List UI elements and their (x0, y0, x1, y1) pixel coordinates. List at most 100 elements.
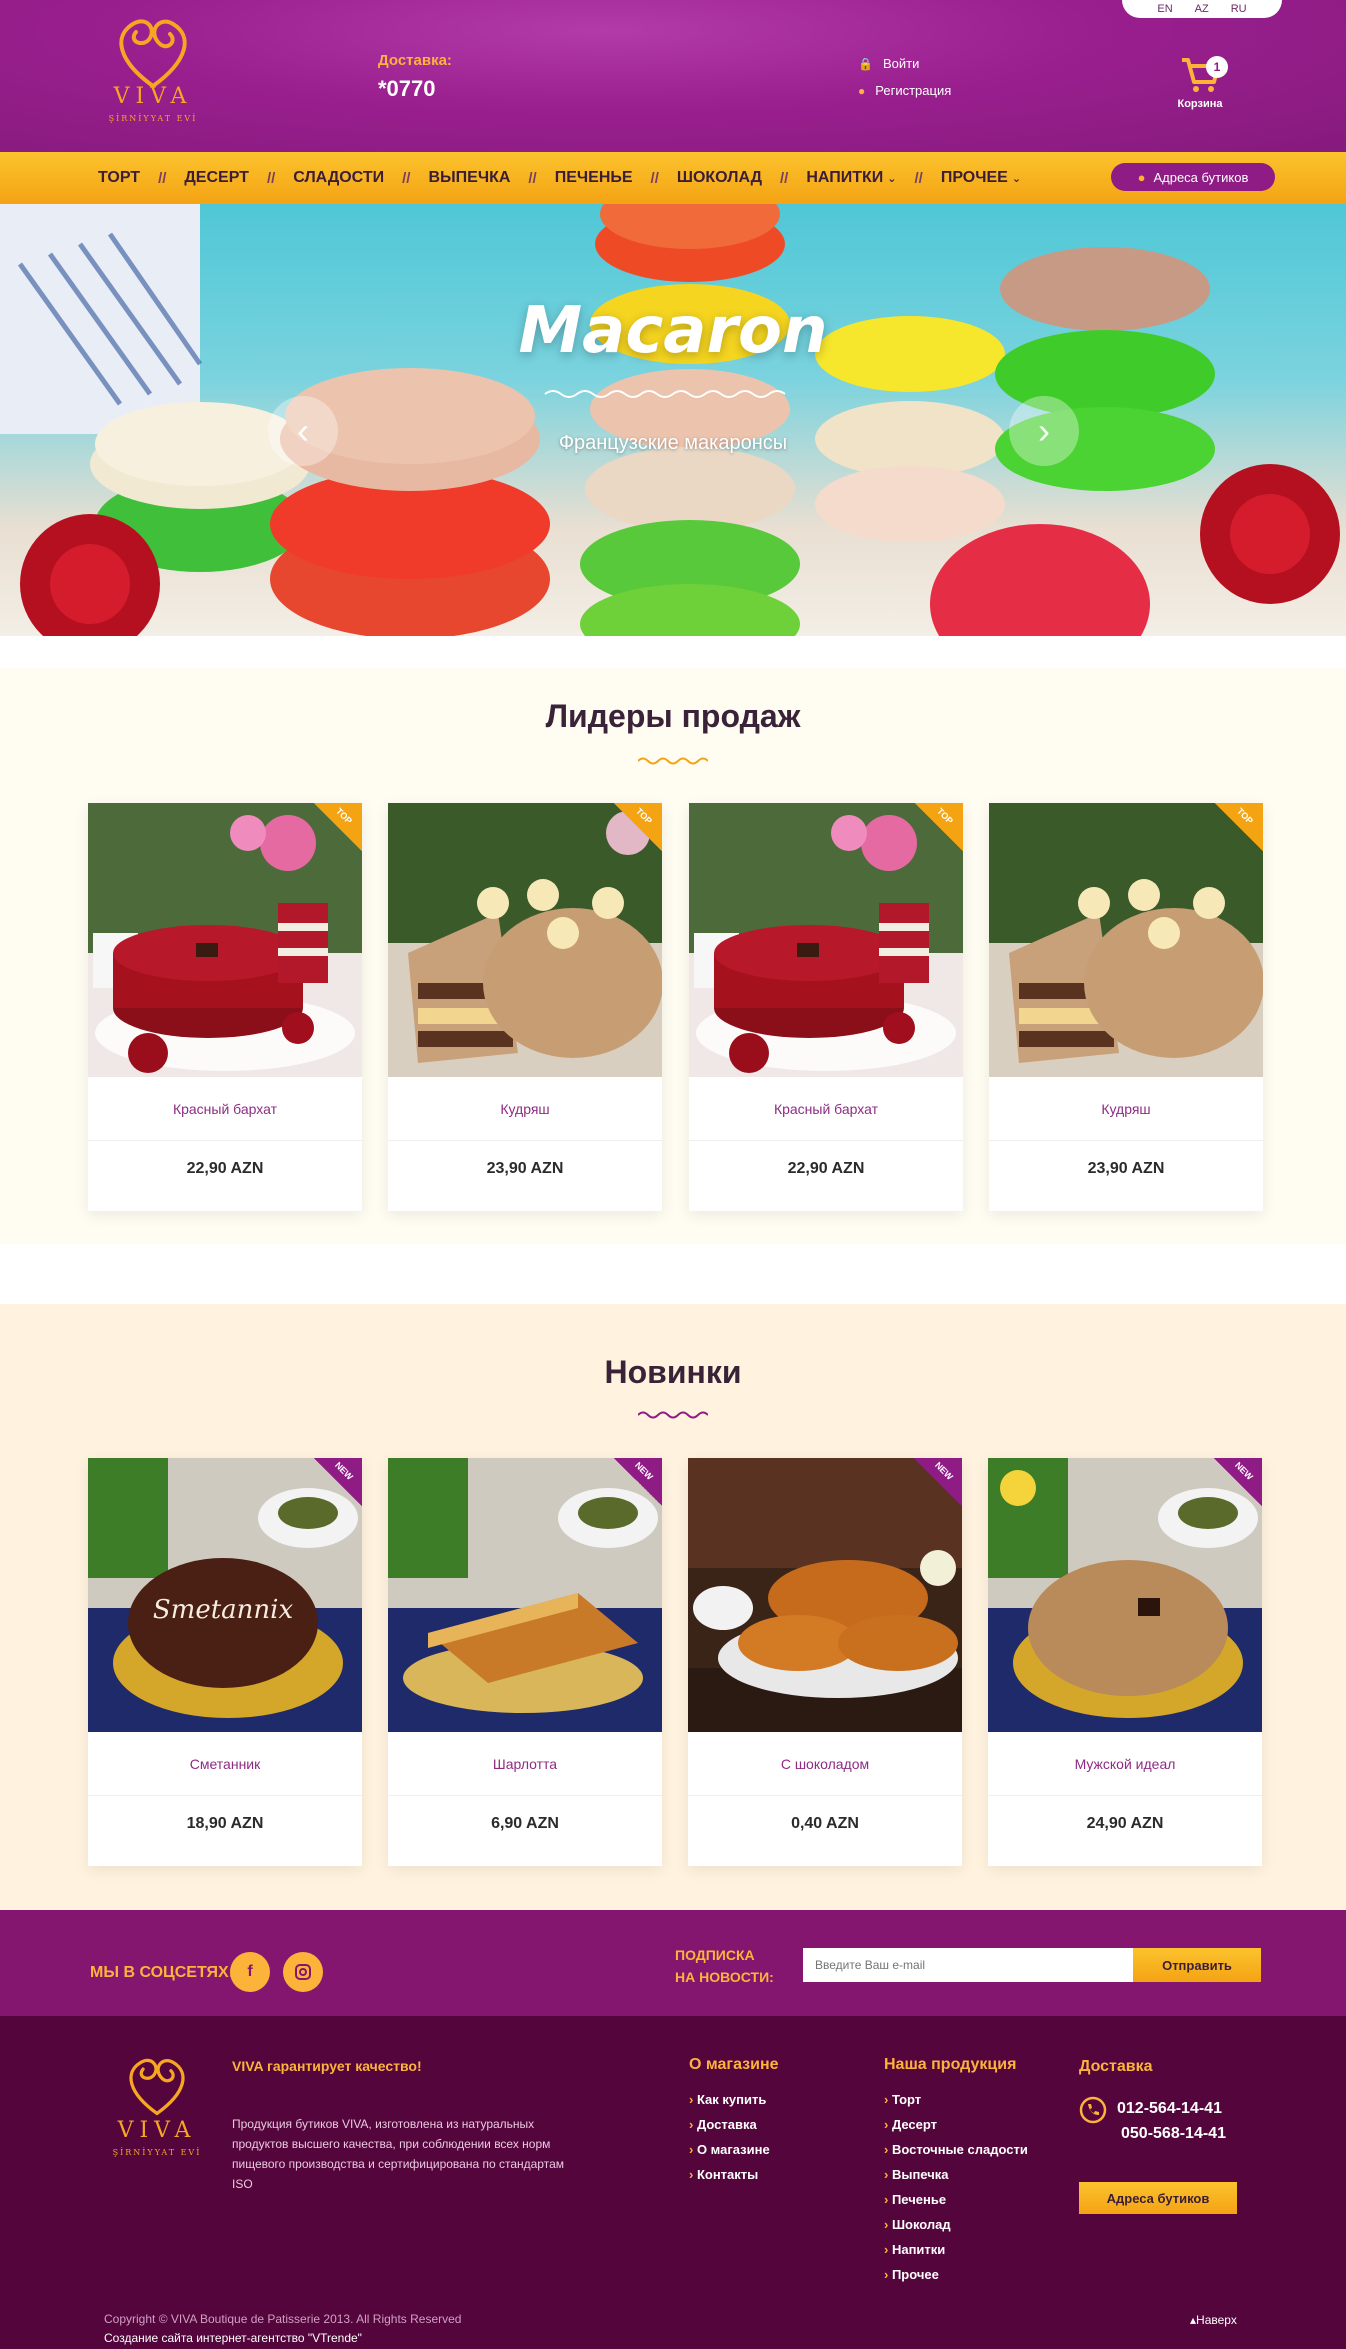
back-to-top-label: Наверх (1196, 2313, 1237, 2327)
lang-ru[interactable]: RU (1231, 3, 1247, 15)
product-card[interactable]: Smetannix NEW Сметанник 18,90 AZN (88, 1458, 362, 1866)
cart-count-badge: 1 (1206, 56, 1228, 78)
chevron-down-icon: ⌄ (887, 172, 897, 185)
nav-item-sweets[interactable]: СЛАДОСТИ (293, 169, 384, 187)
newsletter-label-line2: НА НОВОСТИ: (675, 1969, 774, 1985)
product-price: 18,90 AZN (186, 1815, 264, 1832)
logo-word: VIVA (113, 84, 193, 109)
nav-item-dessert[interactable]: ДЕСЕРТ (184, 169, 249, 187)
footer-boutique-button[interactable]: Адреса бутиков (1079, 2182, 1237, 2214)
product-card[interactable]: TOP Красный бархат 22,90 AZN (88, 803, 362, 1211)
top-badge: TOP (1215, 803, 1263, 851)
product-name[interactable]: Кудряш (388, 1077, 662, 1141)
novelties-title: Новинки (604, 1354, 742, 1390)
chevron-left-icon: ‹ (297, 410, 309, 451)
macarons-photo (0, 204, 1340, 636)
newsletter-label: ПОДПИСКА НА НОВОСТИ: (675, 1944, 774, 1988)
footer-link-delivery[interactable]: Доставка (689, 2112, 770, 2137)
product-name[interactable]: Красный бархат (689, 1077, 963, 1141)
nav-item-cookies[interactable]: ПЕЧЕНЬЕ (555, 169, 633, 187)
product-name[interactable]: Мужской идеал (988, 1732, 1262, 1796)
register-label: Регистрация (875, 83, 952, 98)
footer-link-pastry[interactable]: Выпечка (884, 2162, 1028, 2187)
nav-item-cake[interactable]: ТОРТ (98, 169, 140, 187)
quality-text: Продукция бутиков VIVA, изготовлена из н… (232, 2117, 565, 2191)
product-card[interactable]: NEW Шарлотта 6,90 AZN (388, 1458, 662, 1866)
new-badge: NEW (1214, 1458, 1262, 1506)
footer-link-contacts[interactable]: Контакты (689, 2162, 770, 2187)
delivery-title: Доставка (1079, 2058, 1153, 2075)
send-button[interactable]: Отправить (1133, 1948, 1261, 1982)
footer-link-other[interactable]: Прочее (884, 2262, 1028, 2287)
login-link[interactable]: 🔒 Войти (858, 56, 919, 71)
footer-link-drinks[interactable]: Напитки (884, 2237, 1028, 2262)
lang-en[interactable]: EN (1157, 3, 1172, 15)
lang-az[interactable]: AZ (1195, 3, 1209, 15)
email-input[interactable] (803, 1948, 1133, 1982)
footer-logo-subtitle: ŞİRNİYYAT EVİ (112, 2148, 202, 2157)
footer-link-how-to-buy[interactable]: Как купить (689, 2087, 770, 2112)
nav-item-other-label: ПРОЧЕЕ (940, 169, 1008, 186)
product-card[interactable]: TOP Кудряш 23,90 AZN (989, 803, 1263, 1211)
nav-separator: // (780, 169, 789, 187)
nav-separator: // (402, 169, 411, 187)
footer-link-eastern-sweets[interactable]: Восточные сладости (884, 2137, 1028, 2162)
product-card[interactable]: NEW С шоколадом 0,40 AZN (688, 1458, 962, 1866)
hero-slider: Macaron Французские макаронсы ‹ › (0, 204, 1346, 636)
nav-item-pastry[interactable]: ВЫПЕЧКА (428, 169, 510, 187)
slider-prev-button[interactable]: ‹ (268, 396, 338, 466)
phone-1[interactable]: 012-564-14-41 (1117, 2100, 1222, 2118)
footer-link-about[interactable]: О магазине (689, 2137, 770, 2162)
boutique-addresses-label: Адреса бутиков (1153, 169, 1249, 185)
agency-credit[interactable]: Создание сайта интернет-агентство "VTren… (104, 2331, 362, 2345)
product-card[interactable]: TOP Красный бархат 22,90 AZN (689, 803, 963, 1211)
heart-logo-icon (129, 2058, 185, 2116)
about-links: Как купить Доставка О магазине Контакты (689, 2087, 770, 2187)
newsletter-label-line1: ПОДПИСКА (675, 1947, 755, 1963)
nav-item-other[interactable]: ПРОЧЕЕ ⌄ (941, 169, 1021, 187)
bestsellers-title: Лидеры продаж (545, 698, 801, 734)
nav-item-drinks[interactable]: НАПИТКИ ⌄ (806, 169, 896, 187)
footer-logo[interactable]: VIVA ŞİRNİYYAT EVİ (102, 2056, 212, 2166)
facebook-button[interactable]: f (230, 1952, 270, 1992)
top-badge: TOP (614, 803, 662, 851)
product-name[interactable]: Сметанник (88, 1732, 362, 1796)
facebook-icon: f (247, 1963, 253, 1980)
slider-next-button[interactable]: › (1009, 396, 1079, 466)
product-price: 0,40 AZN (791, 1815, 859, 1832)
product-name[interactable]: Кудряш (989, 1077, 1263, 1141)
top-badge: TOP (915, 803, 963, 851)
product-name[interactable]: Шарлотта (388, 1732, 662, 1796)
chevron-down-icon: ⌄ (1011, 172, 1022, 185)
back-to-top-link[interactable]: ▴Наверх (1190, 2313, 1237, 2327)
footer-link-dessert[interactable]: Десерт (884, 2112, 1028, 2137)
cake-inscription: Smetannix (153, 1595, 294, 1625)
logo[interactable]: VIVA ŞİRNİYYAT EVİ (98, 16, 208, 126)
product-name[interactable]: Красный бархат (88, 1077, 362, 1141)
product-price: 23,90 AZN (1087, 1160, 1165, 1177)
about-title: О магазине (689, 2056, 779, 2073)
language-switcher: EN AZ RU (1122, 0, 1282, 18)
header: EN AZ RU VIVA ŞİRNİYYAT EVİ Доставка: *0… (0, 0, 1346, 152)
cart-label: Корзина (1177, 98, 1223, 110)
cart-button[interactable]: 1 Корзина (1170, 54, 1230, 114)
instagram-button[interactable] (283, 1952, 323, 1992)
delivery-label: Доставка: (378, 52, 452, 69)
nav-item-chocolate[interactable]: ШОКОЛАД (677, 169, 762, 187)
map-pin-icon: ● (1137, 169, 1146, 185)
products-links: Торт Десерт Восточные сладости Выпечка П… (884, 2087, 1028, 2287)
product-card[interactable]: TOP Кудряш 23,90 AZN (388, 803, 662, 1211)
product-card[interactable]: NEW Мужской идеал 24,90 AZN (988, 1458, 1262, 1866)
purple-wave-divider (638, 1411, 708, 1419)
delivery-number[interactable]: *0770 (378, 76, 436, 102)
product-price: 23,90 AZN (486, 1160, 564, 1177)
product-name[interactable]: С шоколадом (688, 1732, 962, 1796)
phone-2[interactable]: 050-568-14-41 (1121, 2125, 1226, 2143)
footer-link-chocolate[interactable]: Шоколад (884, 2212, 1028, 2237)
nav-separator: // (158, 169, 167, 187)
boutique-addresses-button[interactable]: ● Адреса бутиков (1111, 163, 1275, 191)
register-link[interactable]: ● Регистрация (858, 83, 951, 98)
footer-link-cookies[interactable]: Печенье (884, 2187, 1028, 2212)
footer-link-cake[interactable]: Торт (884, 2087, 1028, 2112)
product-price: 6,90 AZN (491, 1815, 559, 1832)
